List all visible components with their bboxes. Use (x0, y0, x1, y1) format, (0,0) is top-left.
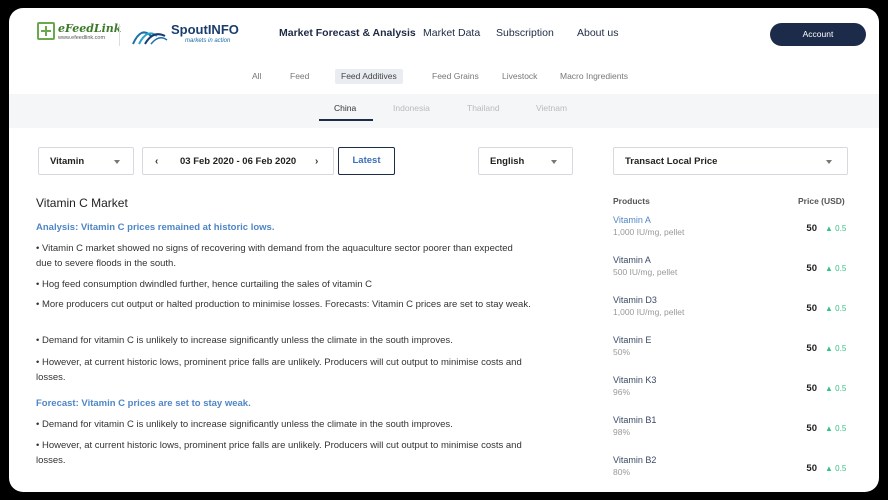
nav-market-data[interactable]: Market Data (423, 27, 480, 39)
analysis-point: • However, at current historic lows, pro… (36, 357, 522, 383)
price-type-select[interactable]: Transact Local Price (613, 147, 848, 175)
forecast-point: • Demand for vitamin C is unlikely to in… (36, 419, 453, 430)
region-tab-indonesia[interactable]: Indonesia (393, 103, 430, 113)
region-tab-vietnam[interactable]: Vietnam (536, 103, 567, 113)
product-price: 50 (806, 423, 817, 434)
region-tab-active-indicator (319, 119, 373, 121)
region-tab-thailand[interactable]: Thailand (467, 103, 500, 113)
region-tab-china[interactable]: China (334, 103, 356, 113)
chevron-left-icon[interactable]: ‹ (155, 156, 158, 167)
product-spec: 1,000 IU/mg, pellet (613, 227, 685, 237)
region-tab-bar (9, 94, 879, 128)
language-select[interactable]: English (478, 147, 573, 175)
efeedlink-logo-url: www.efeedlink.com (58, 35, 106, 41)
category-tab-feed[interactable]: Feed (284, 69, 315, 84)
efeedlink-logo[interactable]: eFeedLink www.efeedlink.com (37, 22, 121, 46)
product-spec: 500 IU/mg, pellet (613, 267, 678, 277)
product-change: ▲ 0.5 (825, 464, 847, 473)
efeedlink-logo-name: eFeedLink (58, 22, 122, 35)
product-change: ▲ 0.5 (825, 384, 847, 393)
product-spec: 50% (613, 347, 631, 357)
products-column-header: Products (613, 196, 650, 206)
spoutinfo-logo[interactable]: SpoutINFO markets in action (131, 20, 241, 50)
product-spec: 80% (613, 467, 631, 477)
nav-subscription[interactable]: Subscription (496, 27, 554, 39)
product-price: 50 (806, 223, 817, 234)
nav-market-forecast[interactable]: Market Forecast & Analysis (279, 27, 416, 39)
latest-button[interactable]: Latest (338, 147, 395, 175)
analysis-point: • Demand for vitamin C is unlikely to in… (36, 335, 453, 346)
analysis-heading: Analysis: Vitamin C prices remained at h… (36, 222, 275, 233)
product-name: Vitamin A (613, 215, 651, 225)
spoutinfo-logo-name: SpoutINFO (171, 22, 239, 37)
chevron-right-icon[interactable]: › (315, 156, 318, 167)
product-name: Vitamin B2 (613, 455, 657, 465)
category-tab-livestock[interactable]: Livestock (496, 69, 543, 84)
chevron-down-icon (114, 160, 120, 164)
product-price: 50 (806, 463, 817, 474)
product-change: ▲ 0.5 (825, 264, 847, 273)
site-header: eFeedLink www.efeedlink.com SpoutINFO ma… (9, 8, 879, 60)
analysis-point: • More producers cut output or halted pr… (36, 299, 531, 310)
product-name: Vitamin A (613, 255, 651, 265)
product-price: 50 (806, 343, 817, 354)
language-select-value: English (490, 156, 525, 167)
product-select-value: Vitamin (50, 156, 85, 167)
chevron-down-icon (826, 160, 832, 164)
account-button[interactable]: Account (770, 23, 866, 46)
product-spec: 96% (613, 387, 631, 397)
nav-about-us[interactable]: About us (577, 27, 618, 39)
price-type-select-value: Transact Local Price (625, 156, 718, 167)
forecast-heading: Forecast: Vitamin C prices are set to st… (36, 398, 251, 409)
product-spec: 98% (613, 427, 631, 437)
analysis-point: • Hog feed consumption dwindled further,… (36, 279, 373, 290)
date-range-value: 03 Feb 2020 - 06 Feb 2020 (180, 156, 297, 167)
product-price: 50 (806, 263, 817, 274)
product-name: Vitamin D3 (613, 295, 657, 305)
spoutinfo-logo-tagline: markets in action (185, 38, 231, 44)
app-frame: eFeedLink www.efeedlink.com SpoutINFO ma… (9, 8, 879, 492)
product-change: ▲ 0.5 (825, 344, 847, 353)
logo-divider (119, 24, 120, 46)
category-tab-all[interactable]: All (246, 69, 267, 84)
spoutinfo-waves-icon (132, 31, 168, 45)
product-name: Vitamin K3 (613, 375, 657, 385)
efeedlink-logo-icon (37, 22, 55, 40)
price-column-header: Price (USD) (798, 196, 845, 206)
category-tab-feed-grains[interactable]: Feed Grains (426, 69, 485, 84)
product-spec: 1,000 IU/mg, pellet (613, 307, 685, 317)
forecast-point: • However, at current historic lows, pro… (36, 440, 522, 466)
product-change: ▲ 0.5 (825, 304, 847, 313)
product-name: Vitamin B1 (613, 415, 657, 425)
product-price: 50 (806, 303, 817, 314)
product-select[interactable]: Vitamin (38, 147, 134, 175)
analysis-point: • Vitamin C market showed no signs of re… (36, 243, 513, 269)
product-change: ▲ 0.5 (825, 424, 847, 433)
article-title: Vitamin C Market (36, 196, 128, 210)
category-tab-macro-ingredients[interactable]: Macro Ingredients (554, 69, 634, 84)
category-tab-feed-additives[interactable]: Feed Additives (335, 69, 403, 84)
product-change: ▲ 0.5 (825, 224, 847, 233)
date-range-picker[interactable]: ‹ 03 Feb 2020 - 06 Feb 2020 › (142, 147, 334, 175)
product-name: Vitamin E (613, 335, 652, 345)
product-price: 50 (806, 383, 817, 394)
chevron-down-icon (551, 160, 557, 164)
